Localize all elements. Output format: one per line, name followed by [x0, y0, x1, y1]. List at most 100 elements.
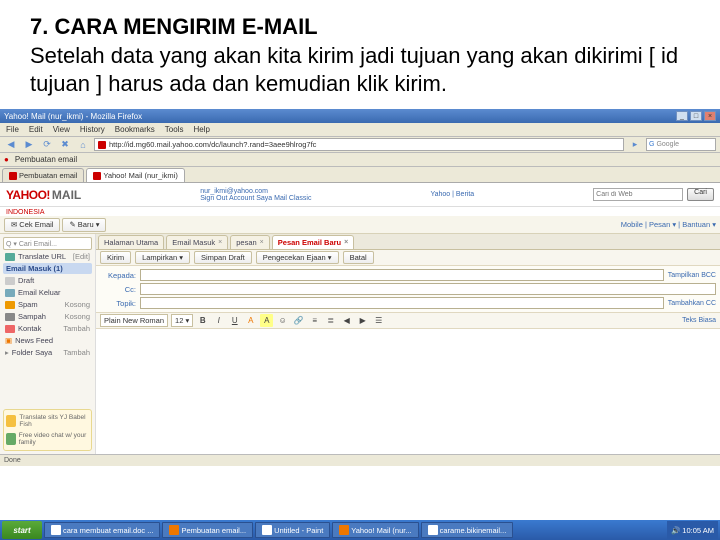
mailtab-home[interactable]: Halaman Utama	[98, 235, 164, 249]
taskbar-item-2[interactable]: Pembuatan email...	[162, 522, 253, 538]
minimize-button[interactable]: _	[676, 111, 688, 121]
start-button[interactable]: start	[2, 521, 42, 539]
tab-icon	[93, 172, 101, 180]
browser-tab-2[interactable]: Yahoo! Mail (nur_ikmi)	[86, 168, 184, 182]
sidebar-inbox[interactable]: Email Masuk (1)	[3, 263, 92, 274]
sidebar-news[interactable]: ▣News Feed	[3, 335, 92, 346]
mailtab-inbox[interactable]: Email Masuk×	[166, 235, 228, 249]
bookmarks-bar: ●Pembuatan email	[0, 153, 720, 167]
numbered-button[interactable]: ≣	[324, 314, 337, 327]
underline-button[interactable]: U	[228, 314, 241, 327]
sidebar-sent[interactable]: Email Keluar	[3, 287, 92, 298]
add-cc-link[interactable]: Tambahkan CC	[668, 300, 716, 307]
window-title: Yahoo! Mail (nur_ikmi) - Mozilla Firefox	[4, 112, 142, 121]
forward-button[interactable]: ▶	[22, 138, 36, 152]
sidebar-translate[interactable]: Translate URL [Edit]	[3, 251, 92, 262]
reload-button[interactable]: ⟳	[40, 138, 54, 152]
promo-translate[interactable]: Translate sits YJ Babel Fish	[6, 412, 89, 430]
menu-file[interactable]: File	[6, 125, 19, 134]
close-icon[interactable]: ×	[344, 239, 348, 246]
sidebar-spam[interactable]: SpamKosong	[3, 299, 92, 310]
mail-body: Q ▾ Cari Email... Translate URL [Edit] E…	[0, 234, 720, 454]
menu-edit[interactable]: Edit	[29, 125, 43, 134]
menu-bookmarks[interactable]: Bookmarks	[115, 125, 155, 134]
close-icon[interactable]: ×	[218, 239, 222, 246]
menu-view[interactable]: View	[53, 125, 70, 134]
new-button[interactable]: ✎ Baru ▾	[62, 218, 106, 232]
yahoo-search-input[interactable]	[593, 188, 683, 201]
stop-button[interactable]: ✖	[58, 138, 72, 152]
maximize-button[interactable]: □	[690, 111, 702, 121]
message-editor[interactable]	[96, 329, 720, 454]
tray-icon[interactable]: 🔊	[671, 526, 680, 535]
sidebar-promo: Translate sits YJ Babel Fish Free video …	[3, 409, 92, 451]
send-button[interactable]: Kirim	[100, 251, 131, 264]
menu-tools[interactable]: Tools	[165, 125, 184, 134]
home-button[interactable]: ⌂	[76, 138, 90, 152]
taskbar-item-5[interactable]: carame.bikinemail...	[421, 522, 514, 538]
mail-tabs: Halaman Utama Email Masuk× pesan× Pesan …	[96, 234, 720, 250]
menu-help[interactable]: Help	[193, 125, 209, 134]
sidebar-trash[interactable]: SampahKosong	[3, 311, 92, 322]
spellcheck-button[interactable]: Pengecekan Ejaan ▾	[256, 251, 339, 264]
sidebar-folders[interactable]: ▸Folder SayaTambah	[3, 347, 92, 358]
plain-text-link[interactable]: Teks Biasa	[682, 317, 716, 324]
yahoo-links[interactable]: Yahoo | Berita	[430, 191, 474, 198]
align-button[interactable]: ☰	[372, 314, 385, 327]
indent-out-button[interactable]: ◀	[340, 314, 353, 327]
font-select[interactable]: Plain New Roman	[100, 314, 168, 327]
yahoo-logo-region: INDONESIA	[6, 209, 45, 216]
taskbar-item-3[interactable]: Untitled - Paint	[255, 522, 330, 538]
subject-input[interactable]	[140, 297, 664, 309]
menu-history[interactable]: History	[80, 125, 105, 134]
promo-video[interactable]: Free video chat w/ your family	[6, 430, 89, 448]
yahoo-logo[interactable]: YAHOO! MAIL	[6, 188, 81, 202]
subject-label: Topik:	[100, 299, 136, 308]
sidebar-draft[interactable]: Draft	[3, 275, 92, 286]
compose-toolbar: Kirim Lampirkan ▾ Simpan Draft Pengeceka…	[96, 250, 720, 266]
paint-icon	[262, 525, 272, 535]
to-input[interactable]	[140, 269, 664, 281]
close-icon[interactable]: ×	[260, 239, 264, 246]
emoticon-button[interactable]: ☺	[276, 314, 289, 327]
yahoo-search-button[interactable]: Cari	[687, 188, 714, 201]
firefox-window: Yahoo! Mail (nur_ikmi) - Mozilla Firefox…	[0, 109, 720, 466]
attach-button[interactable]: Lampirkan ▾	[135, 251, 190, 264]
system-tray[interactable]: 🔊 10:05 AM	[667, 521, 718, 539]
slide-title: 7. CARA MENGIRIM E-MAIL	[30, 14, 690, 40]
browser-tab-row: Pembuatan email Yahoo! Mail (nur_ikmi)	[0, 167, 720, 183]
toolbar-right-links[interactable]: Mobile | Pesan ▾ | Bantuan ▾	[621, 220, 716, 229]
link-button[interactable]: 🔗	[292, 314, 305, 327]
check-mail-button[interactable]: ✉ Cek Email	[4, 218, 60, 232]
color-button[interactable]: A	[244, 314, 257, 327]
sidebar-contacts[interactable]: KontakTambah	[3, 323, 92, 334]
clock: 10:05 AM	[682, 526, 714, 535]
mailtab-msg[interactable]: pesan×	[230, 235, 270, 249]
browser-search[interactable]: GGoogle	[646, 138, 716, 151]
slide-text-block: 7. CARA MENGIRIM E-MAIL Setelah data yan…	[0, 0, 720, 107]
draft-icon	[5, 277, 15, 285]
sidebar-search[interactable]: Q ▾ Cari Email...	[3, 237, 92, 250]
cc-label: Cc:	[100, 285, 136, 294]
nav-toolbar: ◀ ▶ ⟳ ✖ ⌂ http://id.mg60.mail.yahoo.com/…	[0, 137, 720, 153]
bold-button[interactable]: B	[196, 314, 209, 327]
mailtab-compose[interactable]: Pesan Email Baru×	[272, 235, 354, 249]
size-select[interactable]: 12 ▾	[171, 314, 193, 327]
bookmark-item[interactable]: Pembuatan email	[15, 155, 77, 164]
show-bcc-link[interactable]: Tampilkan BCC	[668, 272, 716, 279]
indent-in-button[interactable]: ▶	[356, 314, 369, 327]
yahoo-mail-page: YAHOO! MAIL nur_ikmi@yahoo.com Sign Out …	[0, 183, 720, 454]
italic-button[interactable]: I	[212, 314, 225, 327]
go-button[interactable]: ▸	[628, 138, 642, 152]
back-button[interactable]: ◀	[4, 138, 18, 152]
close-button[interactable]: ×	[704, 111, 716, 121]
cancel-button[interactable]: Batal	[343, 251, 374, 264]
highlight-button[interactable]: A	[260, 314, 273, 327]
taskbar-item-1[interactable]: cara membuat email.doc ...	[44, 522, 160, 538]
save-draft-button[interactable]: Simpan Draft	[194, 251, 252, 264]
browser-tab-1[interactable]: Pembuatan email	[2, 168, 84, 182]
taskbar-item-4[interactable]: Yahoo! Mail (nur...	[332, 522, 418, 538]
bullet-button[interactable]: ≡	[308, 314, 321, 327]
url-bar[interactable]: http://id.mg60.mail.yahoo.com/dc/launch?…	[94, 138, 624, 151]
cc-input[interactable]	[140, 283, 716, 295]
